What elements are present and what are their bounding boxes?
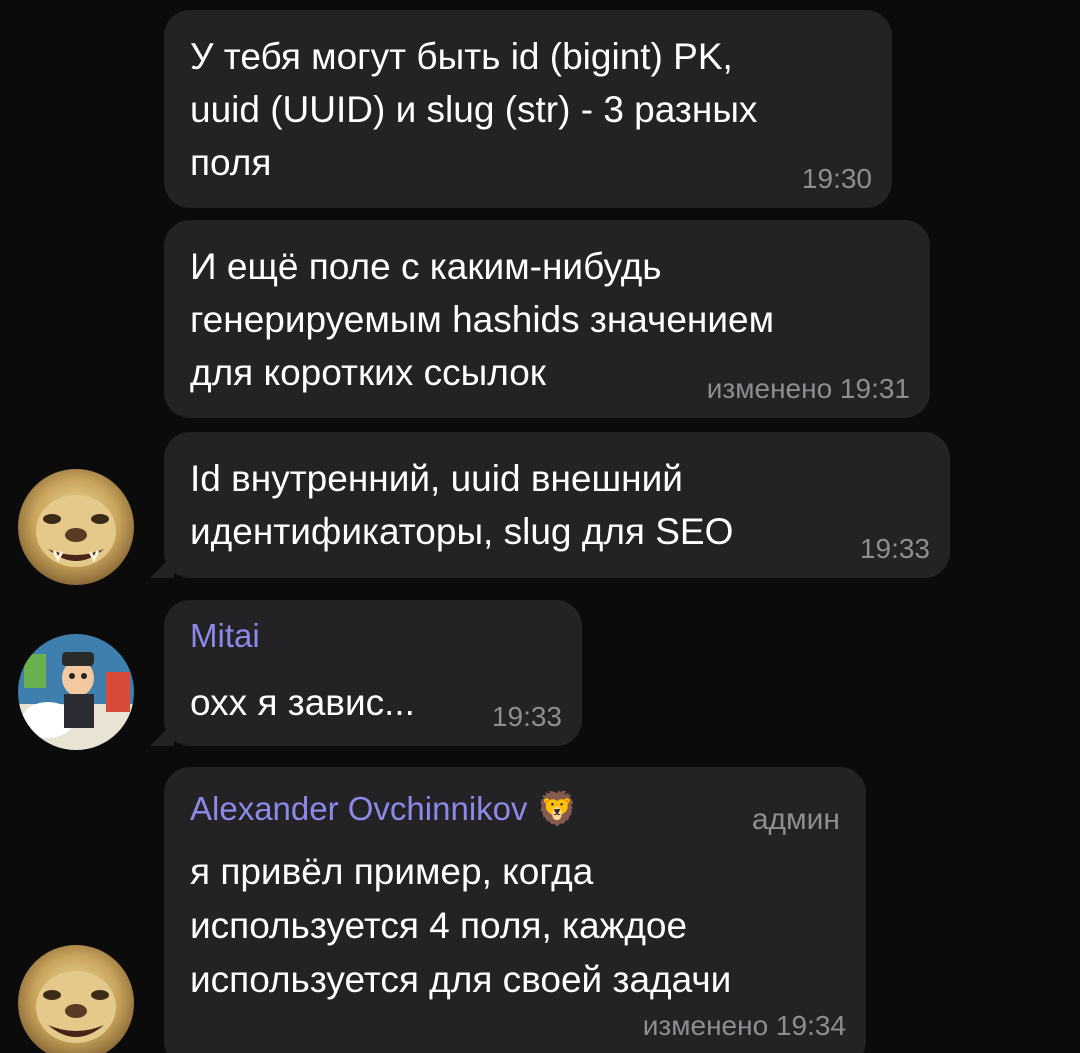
admin-badge: админ [751,803,840,836]
lion-avatar-icon[interactable] [18,469,134,585]
message-bubble[interactable]: Id внутренний, uuid внешний идентификато… [164,432,950,578]
message-time: 19:33 [491,701,562,732]
sender-name[interactable]: Alexander Ovchinnikov 🦁 [190,787,840,831]
cartoon-avatar-icon[interactable] [18,634,134,750]
message-bubble[interactable]: И ещё поле с каким-нибудь генерируемым h… [164,220,930,418]
message-text: Id внутренний, uuid внешний идентификато… [190,458,734,552]
message-time: 19:33 [859,533,930,564]
message-text: У тебя могут быть id (bigint) PK, uuid (… [190,36,758,183]
message-time: изменено 19:31 [706,373,910,404]
sender-name[interactable]: Mitai [190,614,556,658]
message-bubble[interactable]: Alexander Ovchinnikov 🦁 админ я привёл п… [164,767,866,1053]
chat-message-list[interactable]: У тебя могут быть id (bigint) PK, uuid (… [0,0,1080,1053]
message-text: я привёл пример, когда используется 4 по… [190,851,732,1000]
sender-name-text: Alexander Ovchinnikov [190,790,528,827]
message-time: 19:30 [801,163,872,194]
lion-avatar-icon[interactable] [18,945,134,1053]
message-time: изменено 19:34 [642,1010,846,1041]
lion-emoji-icon: 🦁 [536,790,578,827]
message-bubble[interactable]: Mitai охх я завис... 19:33 [164,600,582,746]
message-bubble[interactable]: У тебя могут быть id (bigint) PK, uuid (… [164,10,892,208]
